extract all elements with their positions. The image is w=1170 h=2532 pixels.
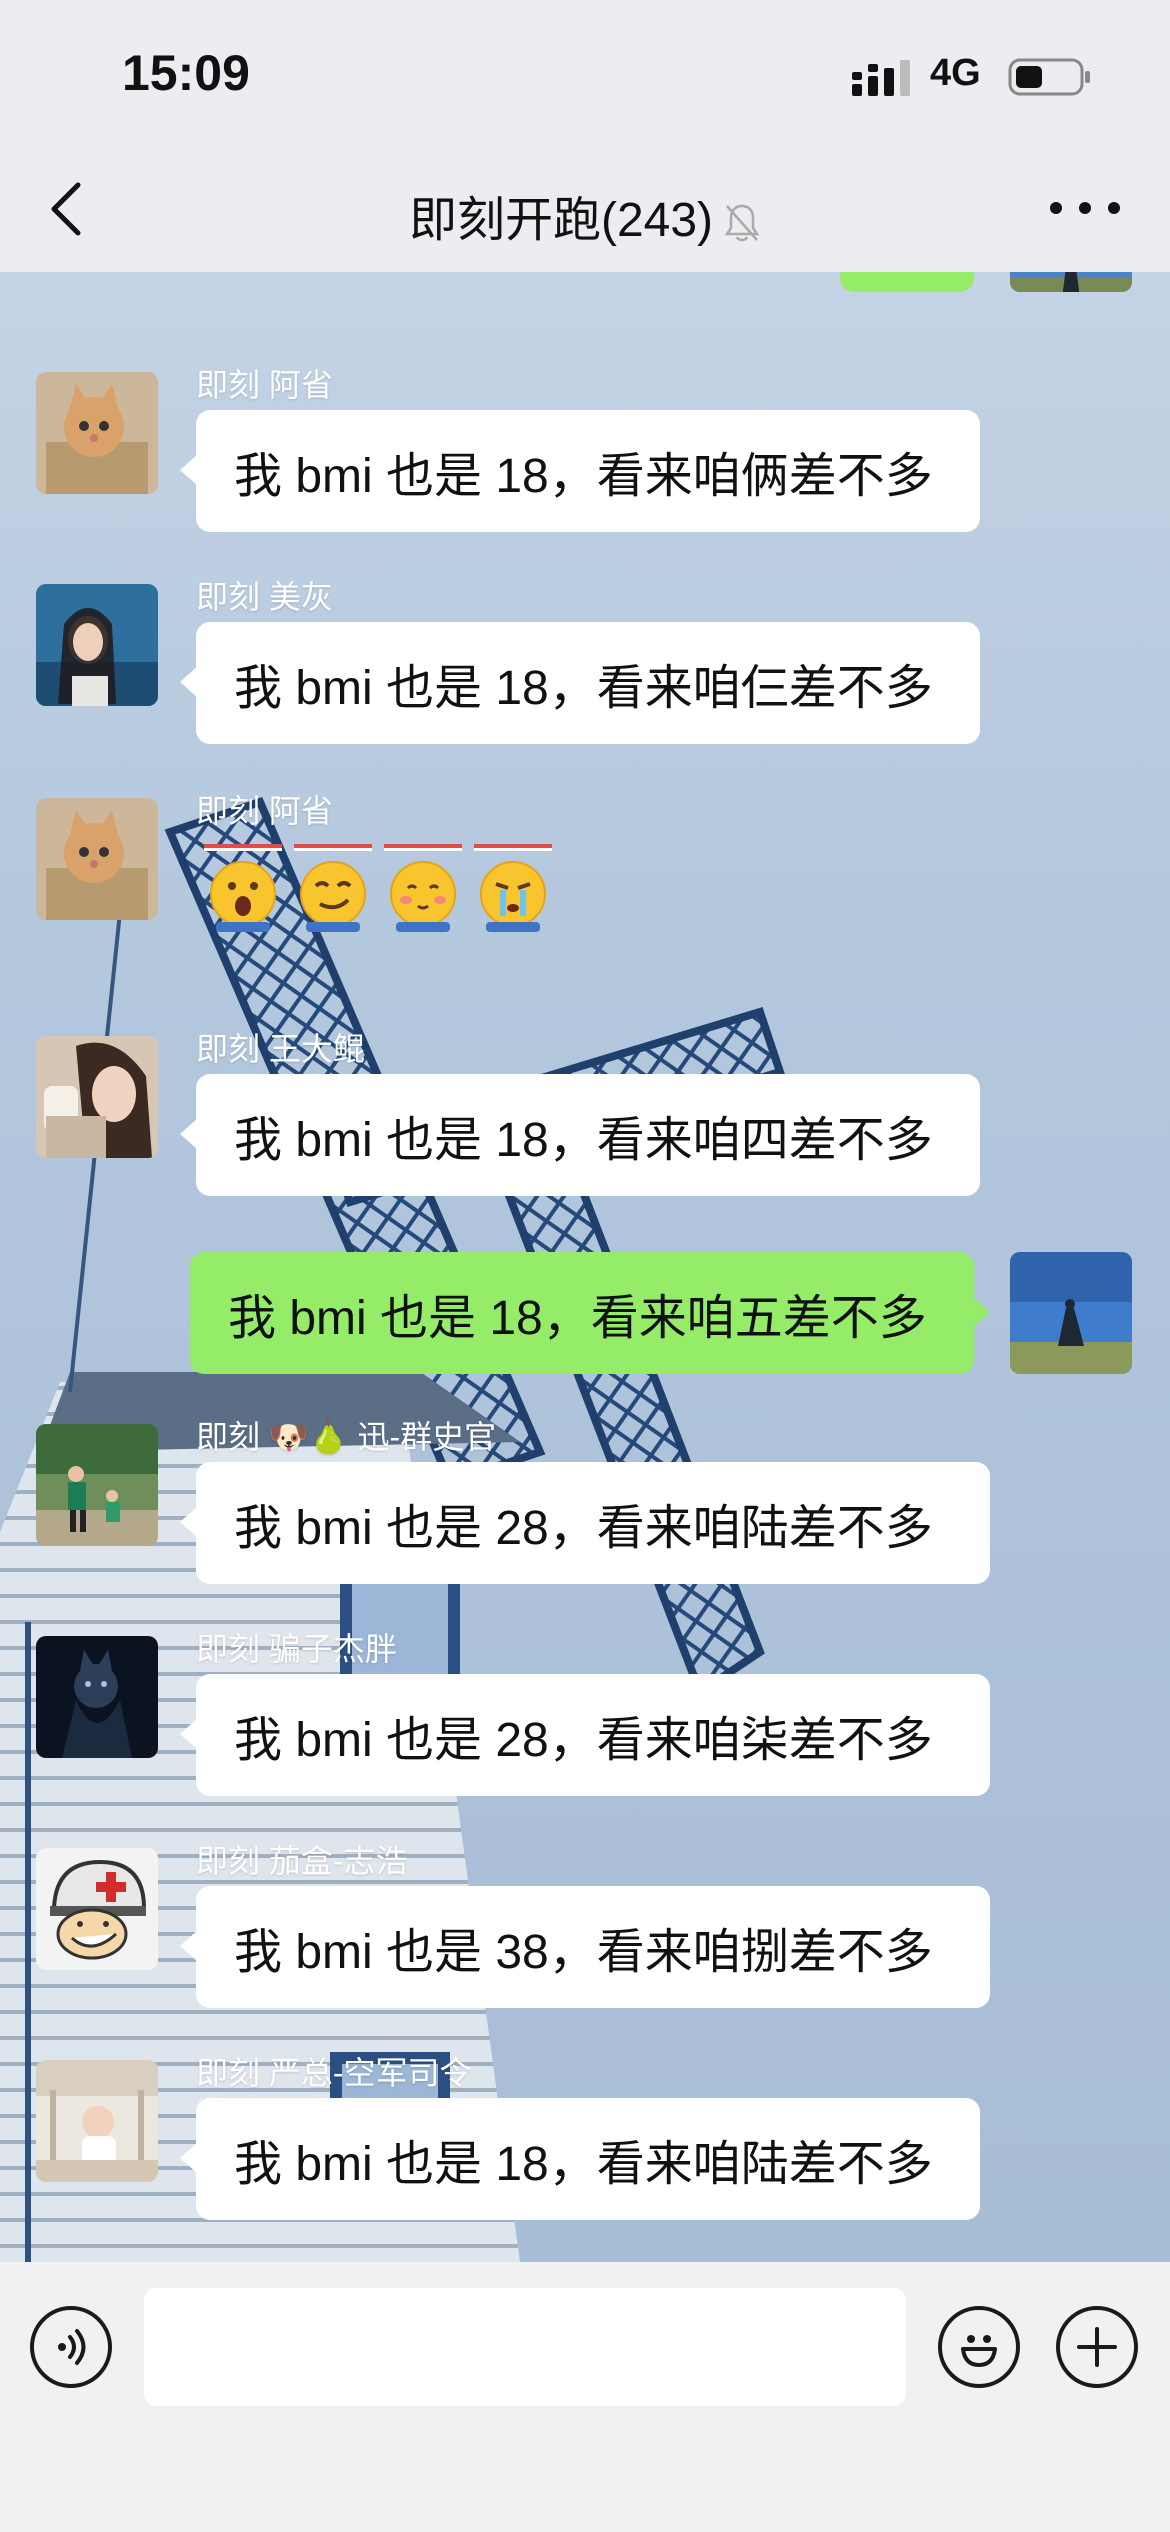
message-bubble[interactable]: 我 bmi 也是 38，看来咱捌差不多: [180, 1886, 990, 2008]
sender-avatar[interactable]: [36, 1036, 158, 1158]
status-time: 15:09: [122, 45, 250, 101]
sender-name: 即刻 阿省: [196, 367, 333, 403]
message-input[interactable]: [144, 2288, 906, 2406]
sender-avatar[interactable]: [36, 1848, 158, 1970]
message-bubble[interactable]: 我 bmi 也是 18，看来咱陆差不多: [180, 2098, 980, 2220]
sender-name: 即刻 严总-空军司令: [196, 2055, 472, 2091]
chat-message-list[interactable]: 即刻 阿省 我 bmi 也是 18，看来咱俩差不多 即刻 美灰 我 bmi 也是…: [0, 272, 1170, 2262]
sender-avatar[interactable]: [36, 372, 158, 494]
sender-name: 即刻 阿省: [196, 793, 333, 829]
message-bubble-outgoing-partial[interactable]: [840, 272, 990, 292]
more-options-button[interactable]: [1050, 188, 1120, 228]
plus-button[interactable]: [1056, 2306, 1138, 2388]
smirk-face-icon: [294, 844, 372, 932]
battery-icon: [1008, 58, 1090, 96]
mute-bell-icon: [724, 205, 760, 242]
plus-icon: [1077, 2327, 1117, 2367]
input-bar: [0, 2262, 1170, 2532]
chat-title: 即刻开跑(243): [408, 194, 714, 247]
sender-avatar[interactable]: [36, 1424, 158, 1546]
more-dot-icon: [1108, 202, 1120, 214]
crying-face-icon: [474, 844, 552, 932]
sender-name: 即刻 美灰: [196, 579, 333, 615]
sender-name: 即刻 王大鲲: [196, 1031, 365, 1067]
status-bar: 15:09 4G: [0, 0, 1170, 150]
chat-header: 即刻开跑(243): [0, 150, 1170, 272]
message-bubble[interactable]: 我 bmi 也是 28，看来咱柒差不多: [180, 1674, 990, 1796]
sender-avatar[interactable]: [36, 2060, 158, 2182]
sender-avatar[interactable]: [36, 584, 158, 706]
message-bubble[interactable]: 我 bmi 也是 28，看来咱陆差不多: [180, 1462, 990, 1584]
network-type: 4G: [930, 52, 981, 94]
message-bubble[interactable]: 我 bmi 也是 18，看来咱仨差不多: [180, 622, 980, 744]
blush-face-icon: [384, 844, 462, 932]
my-avatar[interactable]: [1010, 272, 1132, 292]
more-dot-icon: [1050, 202, 1062, 214]
sticker-message[interactable]: [194, 838, 554, 936]
message-bubble[interactable]: 我 bmi 也是 18，看来咱四差不多: [180, 1074, 980, 1196]
sender-name: 即刻 🐶🍐 迅-群史官: [196, 1419, 497, 1455]
emoji-icon: [961, 2335, 997, 2367]
message-bubble-outgoing[interactable]: 我 bmi 也是 18，看来咱五差不多: [190, 1252, 990, 1374]
emoji-button[interactable]: [938, 2306, 1020, 2388]
sender-name: 即刻 茄盒-志浩: [196, 1843, 408, 1879]
my-avatar[interactable]: [1010, 1252, 1132, 1374]
sender-avatar[interactable]: [36, 1636, 158, 1758]
message-bubble[interactable]: 我 bmi 也是 18，看来咱俩差不多: [180, 410, 980, 532]
mouth-open-face-icon: [204, 844, 282, 932]
more-dot-icon: [1079, 202, 1091, 214]
sender-name: 即刻 骗子杰胖: [196, 1631, 397, 1667]
cellular-signal-icon: [852, 60, 910, 96]
voice-button[interactable]: [30, 2306, 112, 2388]
chat-title-wrap: 即刻开跑(243): [0, 180, 1170, 250]
sender-avatar[interactable]: [36, 798, 158, 920]
voice-icon: [58, 2329, 86, 2365]
